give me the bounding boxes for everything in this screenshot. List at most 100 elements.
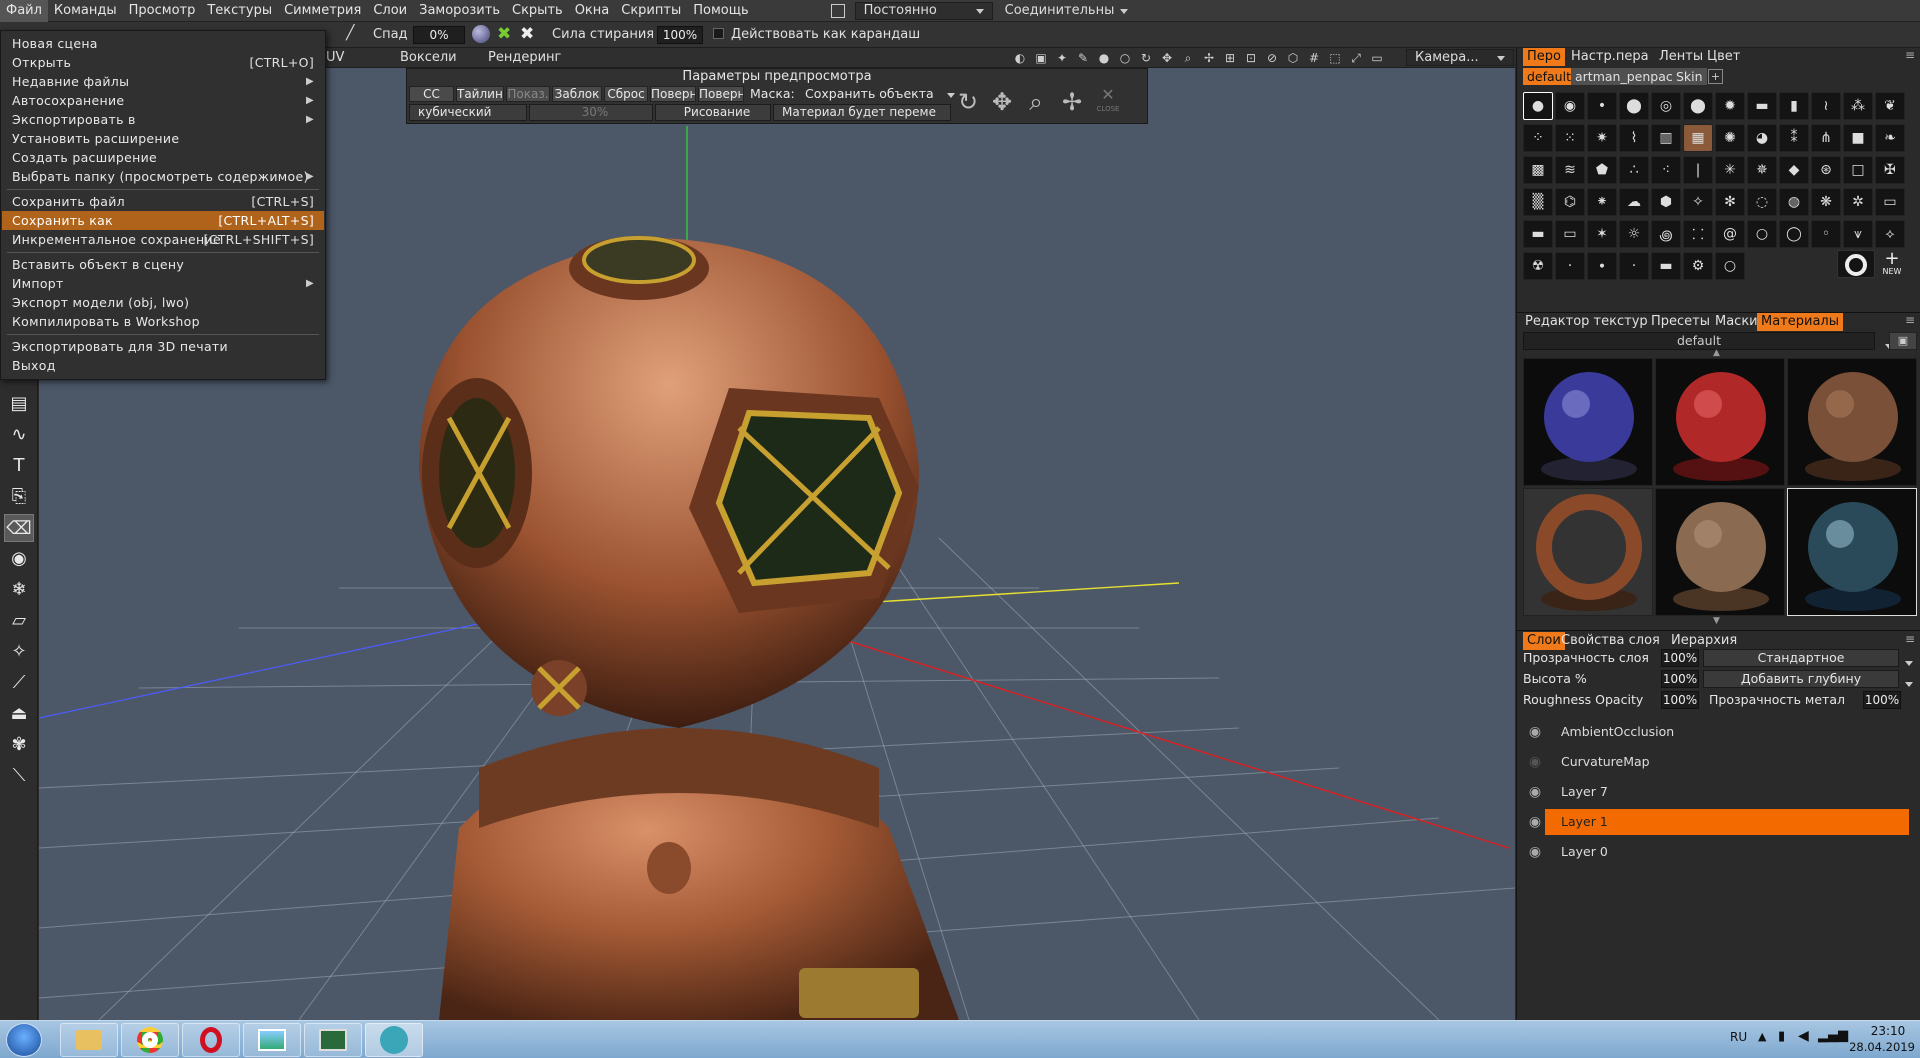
brush-spiral-icon[interactable]: ꩜: [1651, 220, 1681, 248]
brush-blur-icon[interactable]: ∙: [1587, 252, 1617, 280]
brush-biohazard-icon[interactable]: ☢: [1523, 252, 1553, 280]
brush-blob-icon[interactable]: ◕: [1747, 124, 1777, 152]
brush-dust-icon[interactable]: ⸬: [1683, 220, 1713, 248]
menu-view[interactable]: Просмотр: [123, 0, 202, 22]
brush-rock-icon[interactable]: ⬟: [1587, 156, 1617, 184]
opera-taskbar-icon[interactable]: [182, 1023, 240, 1057]
material-sphere-icon[interactable]: [472, 25, 490, 43]
network-icon[interactable]: ▮: [1778, 1029, 1785, 1044]
menu-item-create-extension[interactable]: Создать расширение: [2, 148, 324, 167]
volume-icon[interactable]: ◀: [1798, 1028, 1809, 1044]
eraser-tool-icon[interactable]: ⌫: [4, 514, 34, 542]
photos-taskbar-icon[interactable]: [243, 1023, 301, 1057]
brush-splatter-icon[interactable]: ⁘: [1523, 124, 1553, 152]
brush-glint-icon[interactable]: ✧: [1683, 188, 1713, 216]
brush-bird-icon[interactable]: ⩛: [1843, 220, 1873, 248]
brush-swirl-icon[interactable]: @: [1715, 220, 1745, 248]
tray-chevron-icon[interactable]: ▲: [1758, 1030, 1766, 1043]
brush-gradient-icon[interactable]: ▥: [1651, 124, 1681, 152]
iron-tool-icon[interactable]: ⏏: [4, 700, 34, 728]
brush-glow-icon[interactable]: ◍: [1779, 188, 1809, 216]
image-icon[interactable]: ▣: [1033, 50, 1049, 66]
brush-scales-icon[interactable]: ⌬: [1555, 188, 1585, 216]
lock-button[interactable]: Заблок: [552, 86, 602, 102]
height-field[interactable]: 100%: [1661, 670, 1699, 688]
measure-tool-icon[interactable]: ⟍: [4, 762, 34, 790]
start-button-icon[interactable]: [6, 1023, 42, 1057]
material-glass[interactable]: [1787, 488, 1917, 616]
new-brush-label[interactable]: NEW: [1877, 267, 1907, 276]
close-icon[interactable]: ✕: [1093, 85, 1123, 104]
brush-pattern-icon[interactable]: ▩: [1523, 156, 1553, 184]
brush-bumps-icon[interactable]: ⁕: [1587, 188, 1617, 216]
brush-stripe-icon[interactable]: ▭: [1555, 220, 1585, 248]
explorer-taskbar-icon[interactable]: [60, 1023, 118, 1057]
eye-icon[interactable]: ◉: [1527, 839, 1543, 865]
brush-set-artman[interactable]: artman_penpack: [1571, 68, 1684, 85]
add-folder-icon[interactable]: ▣: [1889, 332, 1917, 350]
layer-row-layer-0[interactable]: Layer 0: [1545, 839, 1909, 865]
tab-brush-settings[interactable]: Настр.пера: [1567, 48, 1653, 66]
brush-tile-icon[interactable]: □: [1843, 156, 1873, 184]
menu-item-export-to[interactable]: Экспортировать в ▶: [2, 110, 324, 129]
mask-combo[interactable]: Сохранить объекта: [805, 87, 945, 101]
menu-item-incremental-save[interactable]: Инкрементальное сохранение [CTRL+SHIFT+S]: [2, 230, 324, 249]
tab-texture-editor[interactable]: Редактор текстур: [1521, 313, 1652, 331]
ruler-tool-icon[interactable]: ▱: [4, 607, 34, 635]
brush-gear-icon[interactable]: ⚙: [1683, 252, 1713, 280]
brush-flake-icon[interactable]: ❋: [1811, 188, 1841, 216]
menu-item-export-3d-print[interactable]: Экспортировать для 3D печати: [2, 337, 324, 356]
brush-speckle-icon[interactable]: ∴: [1619, 156, 1649, 184]
brush-stick-icon[interactable]: ❘: [1683, 156, 1713, 184]
forbid-icon[interactable]: ⊘: [1264, 50, 1280, 66]
material-brown-leather[interactable]: [1787, 358, 1917, 486]
tab-strips[interactable]: Ленты: [1655, 48, 1707, 66]
pan-icon[interactable]: ✢: [1201, 50, 1217, 66]
panel-menu-icon[interactable]: ≡: [1905, 48, 1915, 62]
brush-rect-icon[interactable]: ▭: [1875, 188, 1905, 216]
menu-hide[interactable]: Скрыть: [506, 0, 569, 22]
brush-flare-icon[interactable]: ✳: [1715, 156, 1745, 184]
rotate-button-1[interactable]: Поверн: [650, 86, 696, 102]
close-icon[interactable]: ✖: [520, 25, 538, 43]
tab-layer-properties[interactable]: Свойства слоя: [1557, 632, 1664, 650]
menu-item-compile-workshop[interactable]: Компилировать в Workshop: [2, 312, 324, 331]
menu-item-open[interactable]: Открыть [CTRL+O]: [2, 53, 324, 72]
rotate-icon[interactable]: ↻: [1138, 50, 1154, 66]
scroll-up-icon[interactable]: ▲: [1713, 348, 1720, 358]
brush-haze-icon[interactable]: ◌: [1747, 188, 1777, 216]
brush-crack-icon[interactable]: ⌇: [1619, 124, 1649, 152]
material-wood[interactable]: [1655, 488, 1785, 616]
cube-icon[interactable]: ⬡: [1285, 50, 1301, 66]
brush-strip-icon[interactable]: ▬: [1523, 220, 1553, 248]
mode-checkbox[interactable]: [830, 3, 845, 18]
camera-combo[interactable]: Камера...: [1406, 49, 1514, 66]
brush-smudge-icon[interactable]: ☁: [1619, 188, 1649, 216]
menu-item-save-as[interactable]: Сохранить как [CTRL+ALT+S]: [2, 211, 324, 230]
brush-branch-icon[interactable]: ⟡: [1875, 220, 1905, 248]
roughness-opacity-field[interactable]: 100%: [1661, 691, 1699, 709]
menu-layers[interactable]: Слои: [367, 0, 413, 22]
curve-tool-icon[interactable]: ∿: [4, 421, 34, 449]
brush-dots-icon[interactable]: ⁂: [1843, 92, 1873, 120]
brush-diamond-icon[interactable]: ◆: [1779, 156, 1809, 184]
chrome-taskbar-icon[interactable]: [121, 1023, 179, 1057]
brush-grass-icon[interactable]: ⋔: [1811, 124, 1841, 152]
menu-help[interactable]: Помощь: [687, 0, 754, 22]
tiling-button[interactable]: Тайлинг: [456, 86, 504, 102]
material-rust-alpha[interactable]: [1523, 488, 1653, 616]
panel-menu-icon[interactable]: ≡: [1905, 632, 1915, 646]
drop-outline-icon[interactable]: ○: [1117, 50, 1133, 66]
tab-color[interactable]: Цвет: [1703, 48, 1744, 66]
brush-vine-icon[interactable]: ❧: [1875, 124, 1905, 152]
brush-grain-icon[interactable]: ⁖: [1651, 156, 1681, 184]
layer-row-curvature-map[interactable]: CurvatureMap: [1545, 749, 1909, 775]
menu-textures[interactable]: Текстуры: [201, 0, 278, 22]
rotate-button-2[interactable]: Поверн: [698, 86, 744, 102]
brush-cells-icon[interactable]: ⬢: [1651, 188, 1681, 216]
clock-date[interactable]: 28.04.2019: [1845, 1040, 1919, 1054]
layer-row-layer-1[interactable]: Layer 1: [1545, 809, 1909, 835]
brush-soft-icon[interactable]: ◉: [1555, 92, 1585, 120]
brush-set-skin[interactable]: Skin: [1672, 68, 1707, 85]
draw-mode-combo[interactable]: Рисование: [655, 104, 771, 121]
